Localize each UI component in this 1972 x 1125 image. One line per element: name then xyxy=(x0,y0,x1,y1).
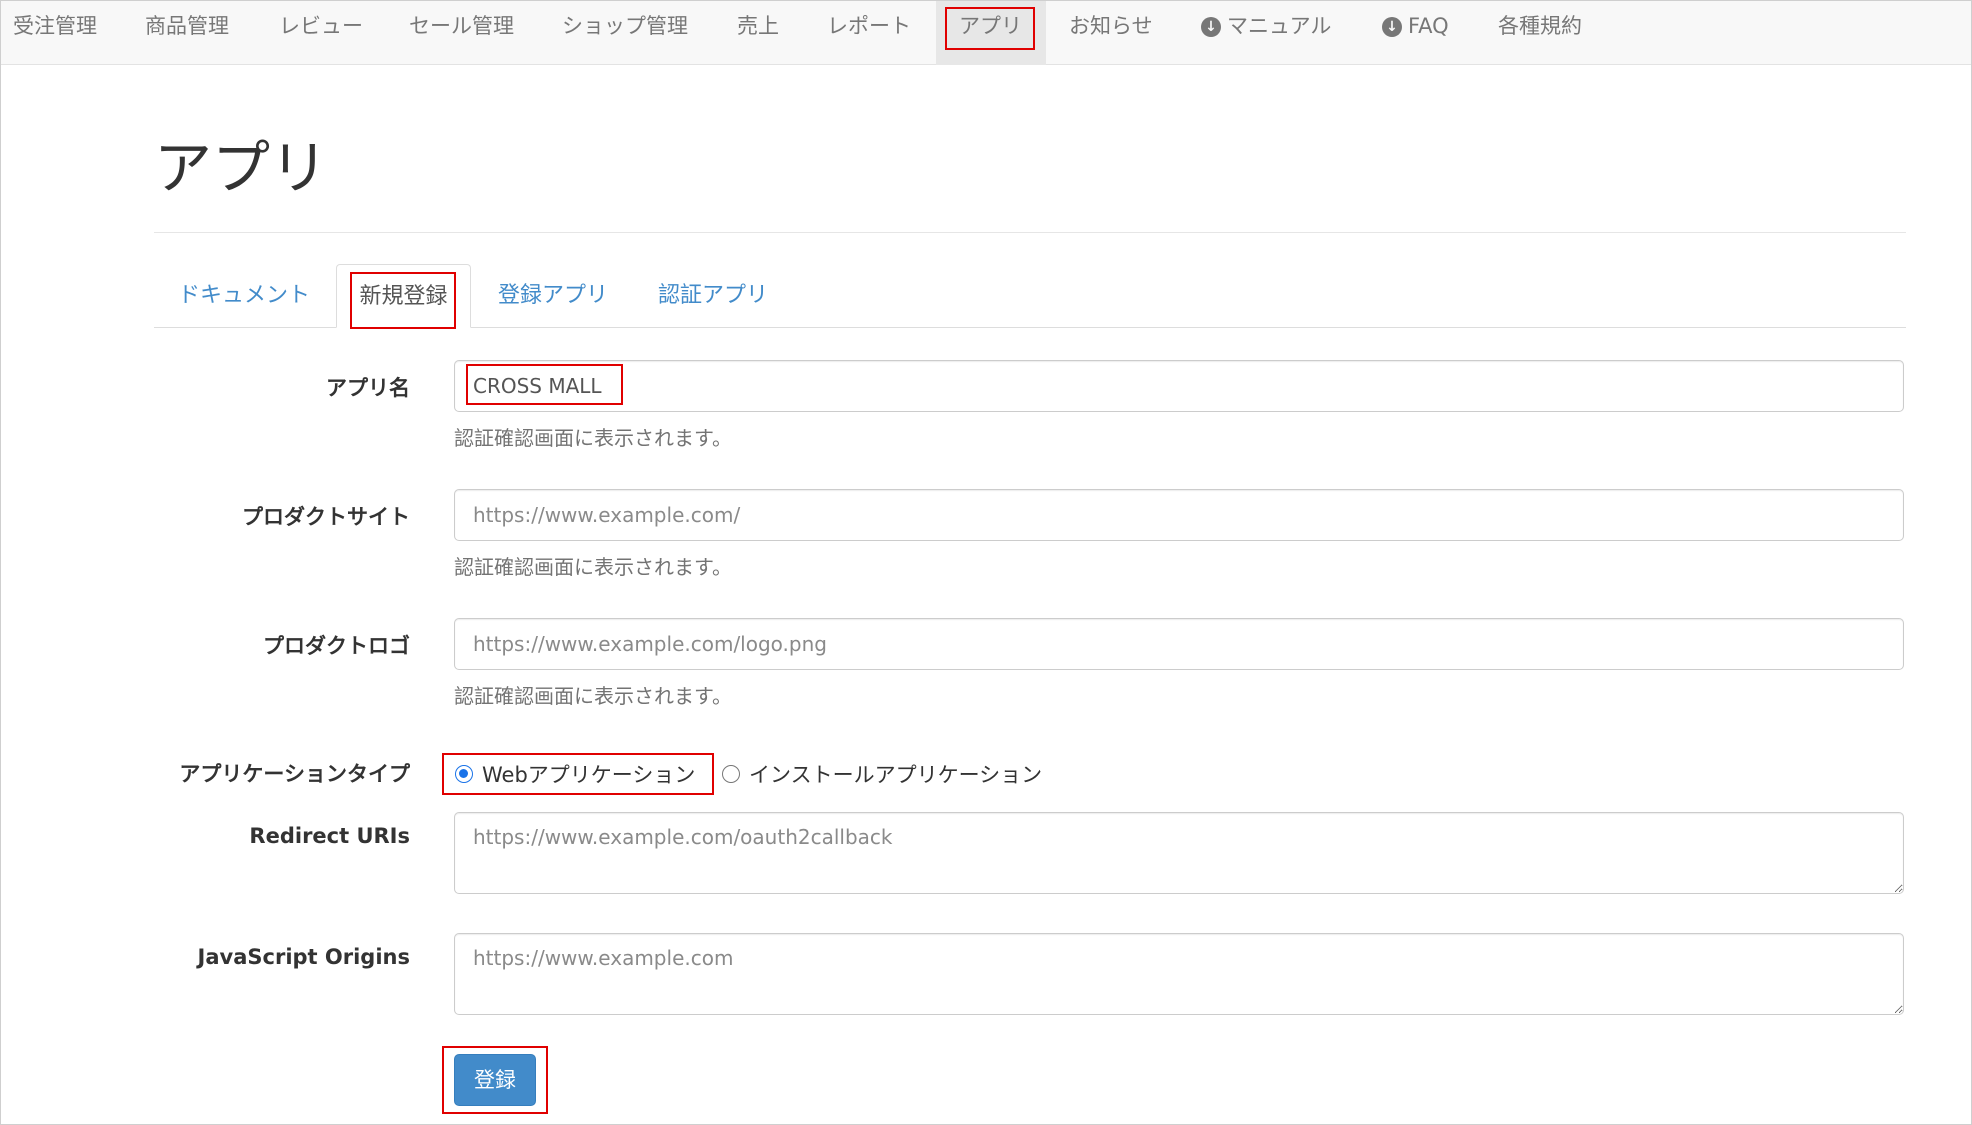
radio-unchecked-icon xyxy=(722,765,740,783)
app-name-input[interactable] xyxy=(454,360,1904,412)
nav-item-sales-mgmt[interactable]: セール管理 xyxy=(409,1,514,65)
nav-item-faq[interactable]: ↓ FAQ xyxy=(1382,1,1449,65)
product-logo-help: 認証確認画面に表示されます。 xyxy=(454,684,732,708)
download-circle-icon: ↓ xyxy=(1201,17,1221,37)
nav-item-manual[interactable]: ↓ マニュアル xyxy=(1201,1,1331,65)
tab-authorized-apps[interactable]: 認証アプリ xyxy=(658,264,768,328)
redirect-uris-textarea[interactable] xyxy=(454,812,1904,894)
app-name-label: アプリ名 xyxy=(326,376,410,400)
radio-web-app-label: Webアプリケーション xyxy=(482,763,696,787)
nav-item-products[interactable]: 商品管理 xyxy=(145,1,229,65)
nav-item-orders[interactable]: 受注管理 xyxy=(13,1,97,65)
product-logo-input[interactable] xyxy=(454,618,1904,670)
nav-item-faq-label: FAQ xyxy=(1408,14,1449,38)
radio-installed-app[interactable]: インストールアプリケーション xyxy=(722,758,1042,790)
product-site-label: プロダクトサイト xyxy=(242,505,410,529)
nav-item-shop-mgmt[interactable]: ショップ管理 xyxy=(562,1,688,65)
register-button[interactable]: 登録 xyxy=(454,1054,536,1106)
radio-checked-icon xyxy=(455,765,473,783)
nav-item-revenue[interactable]: 売上 xyxy=(737,1,779,65)
radio-web-app[interactable]: Webアプリケーション xyxy=(455,758,695,790)
title-divider xyxy=(154,232,1906,233)
js-origins-label: JavaScript Origins xyxy=(197,945,410,969)
product-site-input[interactable] xyxy=(454,489,1904,541)
radio-installed-app-label: インストールアプリケーション xyxy=(749,763,1043,787)
js-origins-textarea[interactable] xyxy=(454,933,1904,1015)
product-site-help: 認証確認画面に表示されます。 xyxy=(454,555,732,579)
nav-item-news[interactable]: お知らせ xyxy=(1069,1,1153,65)
nav-item-report[interactable]: レポート xyxy=(827,1,911,65)
nav-item-reviews[interactable]: レビュー xyxy=(279,1,363,65)
top-navbar: 受注管理 商品管理 レビュー セール管理 ショップ管理 売上 レポート アプリ … xyxy=(1,1,1971,65)
nav-item-app[interactable]: アプリ xyxy=(959,1,1022,65)
page-title: アプリ xyxy=(154,134,329,202)
tab-documents[interactable]: ドキュメント xyxy=(178,264,310,328)
product-logo-label: プロダクトロゴ xyxy=(263,634,410,658)
nav-item-terms[interactable]: 各種規約 xyxy=(1498,1,1582,65)
app-name-help: 認証確認画面に表示されます。 xyxy=(454,426,732,450)
tab-registered-apps[interactable]: 登録アプリ xyxy=(498,264,608,328)
nav-item-manual-label: マニュアル xyxy=(1227,14,1332,38)
tab-new-registration[interactable]: 新規登録 xyxy=(336,264,471,328)
app-type-label: アプリケーションタイプ xyxy=(179,762,410,786)
download-circle-icon: ↓ xyxy=(1382,17,1402,37)
redirect-uris-label: Redirect URIs xyxy=(249,824,410,848)
